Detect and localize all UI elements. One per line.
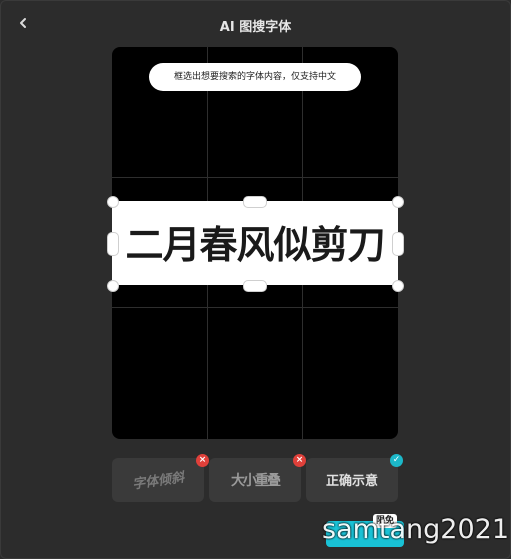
crop-handle-top[interactable] — [243, 196, 267, 208]
crop-handle-top-left[interactable] — [107, 196, 119, 208]
sample-tilted[interactable]: 字体倾斜 × — [112, 454, 209, 502]
crop-text: 二月春风似剪刀 — [125, 223, 385, 267]
crop-handle-bottom-left[interactable] — [107, 280, 119, 292]
hint-bubble: 框选出想要搜索的字体内容，仅支持中文 — [149, 63, 361, 91]
header: AI 图搜字体 — [0, 0, 511, 46]
grid-line — [112, 307, 398, 308]
sample-label: 正确示意 — [325, 474, 378, 489]
crop-handle-top-right[interactable] — [392, 196, 404, 208]
crop-handle-right[interactable] — [392, 232, 404, 256]
sample-guide: 字体倾斜 × 大小重叠 × 正确示意 ✓ — [112, 454, 403, 502]
error-badge-icon: × — [293, 454, 306, 467]
sample-label: 大小重叠 — [231, 473, 281, 489]
sample-label: 字体倾斜 — [131, 470, 186, 493]
crop-selection-box[interactable]: 二月春风似剪刀 — [112, 201, 398, 285]
watermark: samtang2021 — [322, 514, 510, 545]
page-title: AI 图搜字体 — [219, 20, 292, 35]
grid-line — [112, 177, 398, 178]
error-badge-icon: × — [196, 454, 209, 467]
check-badge-icon: ✓ — [390, 454, 403, 467]
crop-handle-bottom-right[interactable] — [392, 280, 404, 292]
crop-handle-left[interactable] — [107, 232, 119, 256]
sample-correct[interactable]: 正确示意 ✓ — [306, 454, 403, 502]
sample-overlap[interactable]: 大小重叠 × — [209, 454, 306, 502]
crop-handle-bottom[interactable] — [243, 280, 267, 292]
